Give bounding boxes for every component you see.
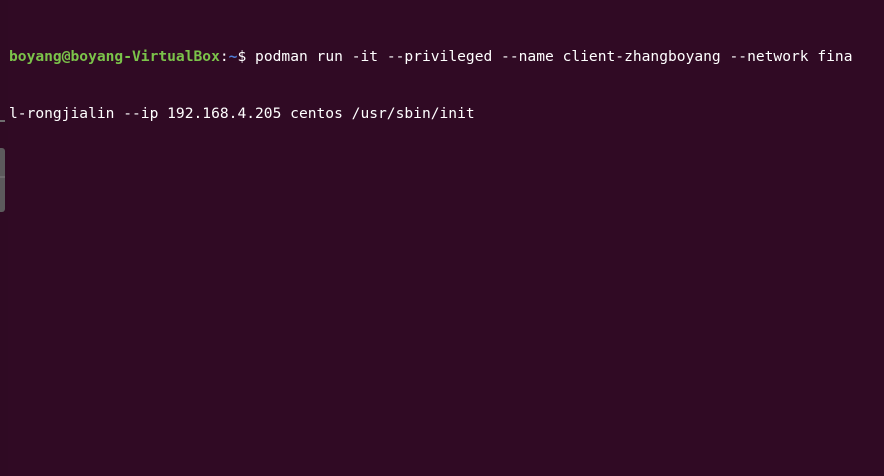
prompt-separator: : xyxy=(219,48,229,65)
command-text-continued: l-rongjialin --ip 192.168.4.205 centos /… xyxy=(9,105,475,122)
scrollbar-thumb[interactable] xyxy=(0,148,5,212)
prompt-user-host: boyang@boyang-VirtualBox xyxy=(9,48,220,65)
scrollbar-marker xyxy=(0,176,5,178)
terminal-output[interactable]: boyang@boyang-VirtualBox:~$ podman run -… xyxy=(9,9,884,161)
terminal-window[interactable]: boyang@boyang-VirtualBox:~$ podman run -… xyxy=(0,0,884,476)
scrollbar-marker xyxy=(0,120,5,122)
scrollbar-track[interactable] xyxy=(0,0,8,476)
command-text: podman run -it --privileged --name clien… xyxy=(255,48,853,65)
prompt-symbol: $ xyxy=(237,48,256,65)
terminal-line-1: boyang@boyang-VirtualBox:~$ podman run -… xyxy=(9,47,884,66)
terminal-line-2: l-rongjialin --ip 192.168.4.205 centos /… xyxy=(9,104,884,123)
